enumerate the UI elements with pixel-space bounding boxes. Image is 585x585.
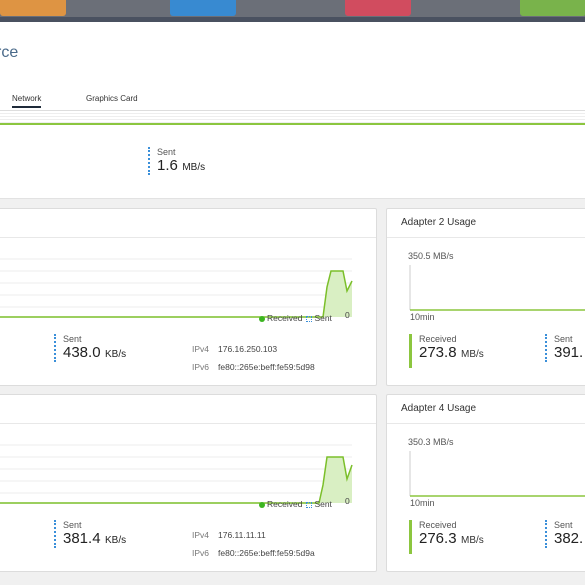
ipv6-label: IPv6 xyxy=(192,362,210,372)
adapter-4-received-label: Received xyxy=(419,520,457,530)
adapter-4-sent: Sent 382. xyxy=(545,520,583,548)
ipv6-value: fe80::265e:beff:fe59:5d98 xyxy=(218,362,315,372)
card-divider xyxy=(0,423,376,424)
ipv4-value: 176.11.11.11 xyxy=(218,530,266,540)
adapter-4-chart xyxy=(409,451,585,497)
adapter-3-card: Received Sent 0 Sent 381.4 KB/s IPv4 176.1… xyxy=(0,394,377,572)
ipv4-label: IPv4 xyxy=(192,530,210,540)
card-divider xyxy=(0,237,376,238)
received-dot-icon xyxy=(259,315,265,322)
adapter-3-legend: Received Sent xyxy=(259,499,332,509)
sent-square-icon xyxy=(306,315,313,322)
adapter-4-xlabel: 10min xyxy=(410,498,435,508)
legend-sent: Sent xyxy=(314,313,332,323)
summary-sent-unit: MB/s xyxy=(182,162,206,173)
tab-network[interactable]: Network xyxy=(12,94,42,108)
card-divider xyxy=(387,237,585,238)
adapter-1-sent-value: 438.0 xyxy=(63,344,101,361)
adapter-2-xlabel: 10min xyxy=(410,312,435,322)
summary-panel: Sent 1.6 MB/s xyxy=(0,111,585,199)
adapter-1-sent-unit: KB/s xyxy=(105,349,127,360)
adapter-4-card: Adapter 4 Usage 350.3 MB/s 10min Receive… xyxy=(386,394,585,572)
adapter-4-ymax: 350.3 MB/s xyxy=(408,437,454,447)
axis-zero-label: 0 xyxy=(345,310,350,320)
adapter-1-sent-label: Sent xyxy=(63,334,82,344)
received-dot-icon xyxy=(259,501,265,508)
tile-blue[interactable] xyxy=(170,0,236,16)
sent-square-icon xyxy=(306,501,313,508)
ipv4-label: IPv4 xyxy=(192,344,210,354)
summary-sent: Sent 1.6 MB/s xyxy=(148,147,205,175)
ipv6-value: fe80::265e:beff:fe59:5d9a xyxy=(218,548,315,558)
legend-sent: Sent xyxy=(314,499,332,509)
adapter-2-card: Adapter 2 Usage 350.5 MB/s 10min Receive… xyxy=(386,208,585,386)
adapter-2-sent-label: Sent xyxy=(554,334,573,344)
adapter-3-ipv6: IPv6 fe80::265e:beff:fe59:5d9a xyxy=(192,548,315,558)
adapter-3-chart xyxy=(0,444,353,504)
tile-red[interactable] xyxy=(345,0,411,16)
adapter-2-sent-value: 391. xyxy=(554,344,584,361)
adapter-3-ipv4: IPv4 176.11.11.11 xyxy=(192,530,266,540)
adapter-3-sent-label: Sent xyxy=(63,520,82,530)
page-title: rce xyxy=(0,44,19,61)
card-divider xyxy=(387,423,585,424)
adapter-4-received-value: 276.3 xyxy=(419,530,457,547)
adapter-1-chart xyxy=(0,258,353,318)
adapter-2-chart xyxy=(409,265,585,311)
adapter-2-received-label: Received xyxy=(419,334,457,344)
adapter-3-sent-unit: KB/s xyxy=(105,535,127,546)
summary-chart-line xyxy=(0,123,585,125)
adapter-1-ipv6: IPv6 fe80::265e:beff:fe59:5d98 xyxy=(192,362,315,372)
tile-green[interactable] xyxy=(520,0,585,16)
adapter-1-card: Received Sent 0 Sent 438.0 KB/s IPv4 176.1… xyxy=(0,208,377,386)
adapter-3-sent-value: 381.4 xyxy=(63,530,101,547)
ipv6-label: IPv6 xyxy=(192,548,210,558)
tab-bar: Network Graphics Card xyxy=(0,92,585,112)
axis-zero-label: 0 xyxy=(345,496,350,506)
adapter-2-received-unit: MB/s xyxy=(461,349,484,360)
adapter-2-received-value: 273.8 xyxy=(419,344,457,361)
adapter-1-legend: Received Sent xyxy=(259,313,332,323)
tab-graphics-card[interactable]: Graphics Card xyxy=(86,94,138,103)
ipv4-value: 176.16.250.103 xyxy=(218,344,278,354)
legend-received: Received xyxy=(267,313,303,323)
adapter-3-sent: Sent 381.4 KB/s xyxy=(54,520,126,548)
adapter-2-ymax: 350.5 MB/s xyxy=(408,251,454,261)
adapter-4-received: Received 276.3 MB/s xyxy=(409,520,484,554)
adapter-4-sent-label: Sent xyxy=(554,520,573,530)
summary-sent-value: 1.6 xyxy=(157,157,178,174)
adapter-4-sent-value: 382. xyxy=(554,530,584,547)
adapter-1-ipv4: IPv4 176.16.250.103 xyxy=(192,344,277,354)
top-tile-strip xyxy=(0,0,585,22)
summary-chart-hatch xyxy=(0,111,585,123)
summary-sent-label: Sent xyxy=(157,147,176,157)
adapter-4-received-unit: MB/s xyxy=(461,535,484,546)
adapter-2-title: Adapter 2 Usage xyxy=(401,217,477,228)
legend-received: Received xyxy=(267,499,303,509)
adapter-2-sent: Sent 391. xyxy=(545,334,583,362)
adapter-2-received: Received 273.8 MB/s xyxy=(409,334,484,368)
tile-orange[interactable] xyxy=(0,0,66,16)
adapter-1-sent: Sent 438.0 KB/s xyxy=(54,334,126,362)
adapter-4-title: Adapter 4 Usage xyxy=(401,403,477,414)
